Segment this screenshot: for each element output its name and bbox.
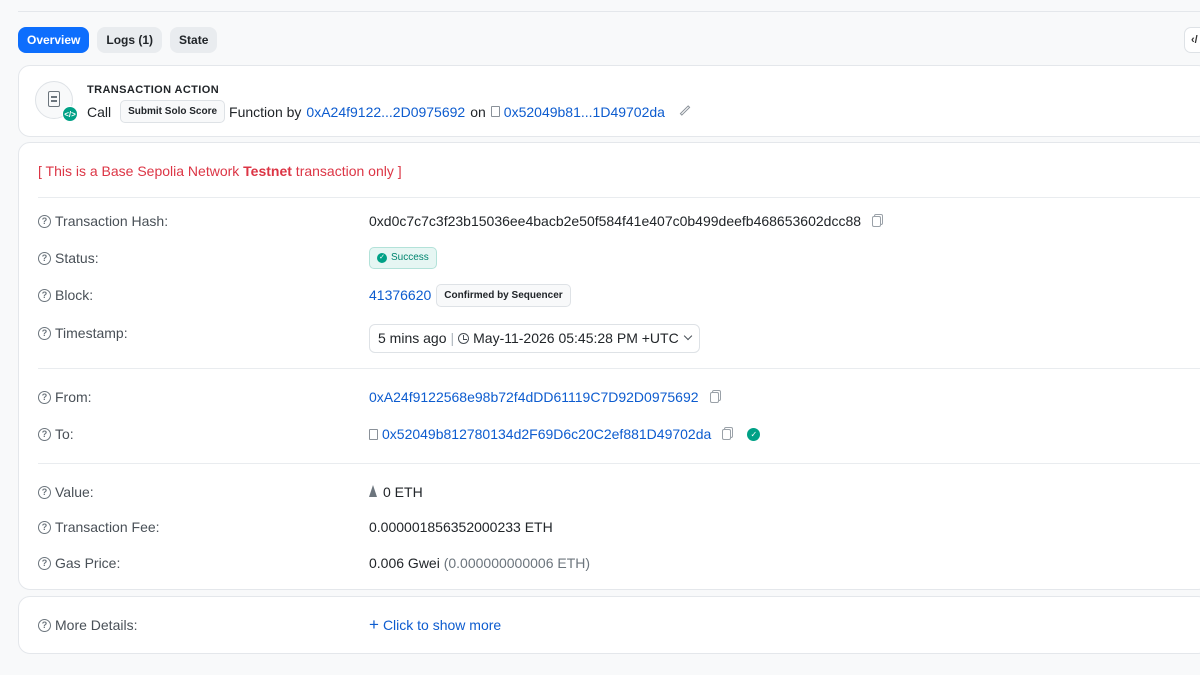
- contract-file-icon: [490, 106, 500, 117]
- help-icon[interactable]: ?: [38, 556, 51, 570]
- row-status: ? Status: ✓ Success: [38, 246, 1200, 270]
- divider: [38, 197, 1200, 198]
- row-to: ? To: 0x52049b812780134d2F69D6c20C2ef881D…: [38, 422, 1200, 446]
- gas-label: Gas Price:: [55, 555, 121, 571]
- row-value: ? Value: 0 ETH: [38, 480, 1200, 504]
- status-text: Success: [391, 252, 429, 263]
- help-icon[interactable]: ?: [38, 485, 51, 499]
- divider: [38, 368, 1200, 369]
- more-details-card: ? More Details: + Click to show more: [18, 596, 1200, 654]
- gas-price-eth: (0.000000000006 ETH): [443, 555, 591, 571]
- from-address-link[interactable]: 0xA24f9122568e98b72f4dDD61119C7D92D09756…: [369, 389, 699, 405]
- code-view-toggle-button[interactable]: ‹/: [1184, 27, 1200, 53]
- block-number-link[interactable]: 41376620: [369, 287, 431, 303]
- notice-suffix: transaction only ]: [291, 163, 402, 179]
- action-function-by-text: Function by: [229, 103, 302, 120]
- more-details-label: More Details:: [55, 617, 138, 633]
- gas-price-gwei: 0.006 Gwei: [369, 555, 440, 571]
- sequencer-badge: Confirmed by Sequencer: [436, 283, 571, 307]
- action-call-text: Call: [87, 103, 112, 120]
- fee-label: Transaction Fee:: [55, 519, 160, 535]
- row-gas-price: ? Gas Price: 0.006 Gwei (0.000000000006 E…: [38, 551, 1200, 575]
- copy-icon[interactable]: [709, 391, 719, 403]
- timestamp-label: Timestamp:: [55, 325, 128, 341]
- divider: [38, 463, 1200, 464]
- copy-icon[interactable]: [722, 428, 732, 440]
- notice-bold: Testnet: [243, 163, 292, 179]
- chevron-down-icon: [683, 331, 692, 341]
- notice-prefix: [ This is a Base Sepolia Network: [38, 163, 244, 179]
- action-from-address-link[interactable]: 0xA24f9122...2D0975692: [306, 104, 465, 120]
- hash-label: Transaction Hash:: [55, 213, 169, 229]
- clock-icon: [458, 332, 470, 344]
- transaction-hash-value: 0xd0c7c7c3f23b15036ee4bacb2e50f584f41e40…: [369, 213, 862, 229]
- transaction-details-card: [ This is a Base Sepolia Network Testnet…: [18, 142, 1200, 590]
- help-icon[interactable]: ?: [38, 214, 51, 228]
- contract-document-icon: </>: [35, 81, 78, 122]
- transaction-action-card: </> TRANSACTION ACTION Call Submit Solo …: [18, 65, 1200, 137]
- ethereum-icon: [369, 485, 377, 497]
- tab-overview[interactable]: Overview: [18, 27, 90, 53]
- timestamp-relative: 5 mins ago: [378, 330, 447, 346]
- row-more-details: ? More Details: + Click to show more: [38, 613, 1200, 637]
- help-icon[interactable]: ?: [38, 251, 51, 265]
- value-amount: 0 ETH: [383, 484, 423, 500]
- action-title: TRANSACTION ACTION: [87, 84, 220, 96]
- testnet-notice: [ This is a Base Sepolia Network Testnet…: [38, 163, 402, 179]
- status-badge: ✓ Success: [369, 247, 437, 269]
- help-icon[interactable]: ?: [38, 288, 51, 302]
- tab-state[interactable]: State: [170, 27, 218, 53]
- show-more-link[interactable]: + Click to show more: [369, 613, 501, 637]
- row-timestamp: ? Timestamp: 5 mins ago | May-11-2026 05:…: [38, 321, 1200, 355]
- show-more-text: Click to show more: [382, 617, 502, 633]
- help-icon[interactable]: ?: [38, 618, 51, 632]
- help-icon[interactable]: ?: [38, 326, 51, 340]
- action-summary: Call Submit Solo Score Function by 0xA24…: [87, 100, 691, 123]
- fee-amount: 0.000001856352000233 ETH: [369, 519, 553, 535]
- timestamp-separator: |: [450, 330, 455, 346]
- plus-icon: +: [369, 615, 379, 634]
- row-block: ? Block: 41376620 Confirmed by Sequencer: [38, 283, 1200, 307]
- check-circle-icon: ✓: [377, 253, 387, 263]
- verified-check-icon: ✓: [747, 427, 761, 441]
- help-icon[interactable]: ?: [38, 520, 51, 534]
- tab-logs[interactable]: Logs (1): [97, 27, 163, 53]
- to-label: To:: [55, 426, 74, 442]
- method-badge: Submit Solo Score: [120, 100, 226, 123]
- status-label: Status:: [55, 250, 99, 266]
- tab-bar: Overview Logs (1) State: [18, 27, 218, 53]
- copy-icon[interactable]: [872, 215, 882, 227]
- timestamp-absolute: May-11-2026 05:45:28 PM +UTC: [473, 330, 679, 346]
- top-divider: [18, 11, 1200, 12]
- edit-pencil-icon[interactable]: [679, 105, 691, 116]
- action-to-address-link[interactable]: 0x52049b81...1D49702da: [504, 104, 665, 120]
- row-transaction-fee: ? Transaction Fee: 0.000001856352000233 E…: [38, 515, 1200, 539]
- action-on-text: on: [470, 103, 486, 120]
- timestamp-dropdown[interactable]: 5 mins ago | May-11-2026 05:45:28 PM +UT…: [369, 323, 700, 353]
- block-label: Block:: [55, 287, 94, 303]
- to-address-link[interactable]: 0x52049b812780134d2F69D6c20C2ef881D49702…: [382, 426, 711, 442]
- contract-file-icon: [369, 428, 378, 440]
- row-from: ? From: 0xA24f9122568e98b72f4dDD61119C7D9…: [38, 385, 1200, 409]
- row-transaction-hash: ? Transaction Hash: 0xd0c7c7c3f23b15036ee…: [38, 209, 1200, 233]
- from-label: From:: [55, 389, 92, 405]
- code-badge-icon: </>: [62, 106, 78, 122]
- value-label: Value:: [55, 484, 94, 500]
- help-icon[interactable]: ?: [38, 390, 51, 404]
- help-icon[interactable]: ?: [38, 427, 51, 441]
